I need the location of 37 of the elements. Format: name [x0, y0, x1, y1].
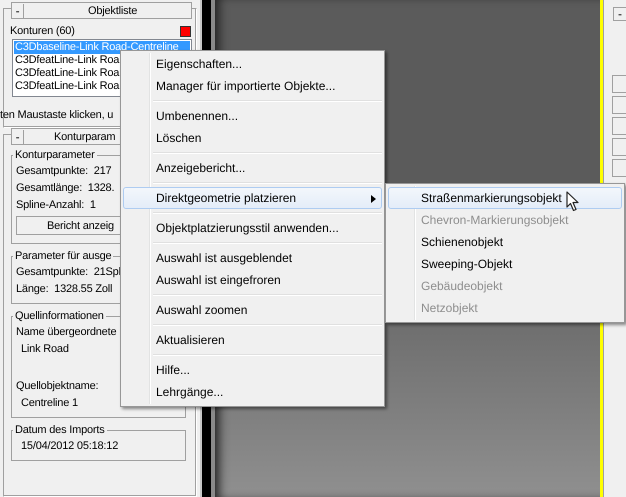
menu-item[interactable]: Schienenobjekt — [388, 231, 622, 253]
submenu-arrow-icon — [371, 195, 376, 203]
rollout-title: Konturparam — [54, 130, 116, 142]
menu-item[interactable]: Lehrgänge... — [123, 381, 382, 403]
group-title: Quellinformationen — [14, 310, 105, 322]
menu-item[interactable]: Auswahl ist eingefroren — [123, 269, 382, 291]
panel-button[interactable] — [612, 96, 626, 114]
menu-item[interactable]: Direktgeometrie platzieren — [123, 187, 382, 209]
menu-item[interactable]: Hilfe... — [123, 359, 382, 381]
cursor-icon — [566, 191, 580, 212]
field-value: Centreline 1 — [20, 396, 79, 411]
collapse-button[interactable]: - — [613, 7, 626, 21]
menu-item[interactable]: Umbenennen... — [123, 105, 382, 127]
menu-item[interactable]: Löschen — [123, 127, 382, 149]
menu-item[interactable]: Straßenmarkierungsobjekt — [388, 187, 622, 209]
group-title: Datum des Imports — [14, 424, 106, 436]
menu-item[interactable]: Manager für importierte Objekte... — [123, 75, 382, 97]
menu-item[interactable]: Auswahl ist ausgeblendet — [123, 247, 382, 269]
menu-item[interactable]: Eigenschaften... — [123, 53, 382, 75]
menu-item[interactable]: Auswahl zoomen — [123, 299, 382, 321]
field-value: 15/04/2012 05:18:12 — [20, 439, 120, 454]
field-label: Gesamtlänge: 1328. — [16, 181, 116, 196]
panel-button[interactable] — [612, 75, 626, 93]
field-value: Link Road — [20, 342, 70, 357]
menu-item[interactable]: Sweeping-Objekt — [388, 253, 622, 275]
group-title: Parameter für ausge — [14, 250, 112, 262]
panel-button[interactable] — [612, 138, 626, 156]
panel-button[interactable] — [612, 117, 626, 135]
menu-item[interactable]: Anzeigebericht... — [123, 157, 382, 179]
color-swatch[interactable] — [180, 26, 191, 36]
menu-item[interactable]: Objektplatzierungsstil anwenden... — [123, 217, 382, 239]
group-title: Konturparameter — [14, 149, 96, 161]
panel-button[interactable] — [612, 159, 626, 177]
menu-item[interactable]: Aktualisieren — [123, 329, 382, 351]
field-label: Länge: 1328.55 Zoll — [16, 282, 114, 297]
rollout-title: Objektliste — [88, 4, 138, 16]
count-label: Konturen (60) — [10, 25, 75, 37]
